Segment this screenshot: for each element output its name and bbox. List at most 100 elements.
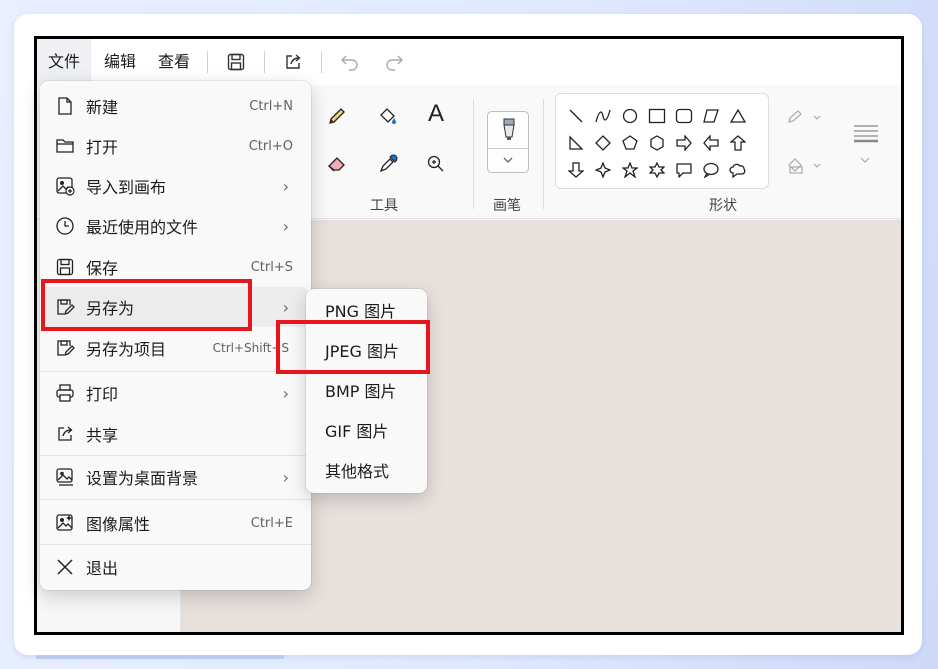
save-project-icon <box>44 338 86 358</box>
eraser-icon[interactable] <box>322 149 352 179</box>
oval-callout-shape-icon[interactable] <box>697 156 724 183</box>
fill-style-dropdown[interactable] <box>785 151 825 181</box>
menu-item-import-to-canvas[interactable]: 导入到画布 › <box>44 166 307 206</box>
four-point-star-shape-icon[interactable] <box>589 156 616 183</box>
chevron-right-icon: › <box>282 176 289 196</box>
menu-item-label: 共享 <box>86 426 119 445</box>
file-menu: 新建 Ctrl+N 打开 Ctrl+O 导入到画布 › 最近使用的文件 › 保存… <box>40 81 311 590</box>
menu-item-label: 最近使用的文件 <box>86 218 199 237</box>
menu-item-image-properties[interactable]: 图像属性 Ctrl+E <box>44 503 307 543</box>
menu-divider <box>40 371 311 372</box>
text-tool-icon[interactable]: A <box>421 99 451 129</box>
heart-shape-icon[interactable] <box>562 183 589 188</box>
decorative-underline <box>36 655 284 659</box>
pentagon-shape-icon[interactable] <box>616 129 643 156</box>
ribbon-divider <box>543 99 544 209</box>
arrow-down-shape-icon[interactable] <box>562 156 589 183</box>
menu-divider <box>40 544 311 545</box>
chevron-down-icon <box>503 157 513 163</box>
menu-item-save-as[interactable]: 另存为 › <box>44 287 307 327</box>
menu-file[interactable]: 文件 <box>37 39 92 85</box>
brush-selector[interactable] <box>487 111 529 173</box>
menu-item-exit[interactable]: 退出 <box>44 547 307 587</box>
menu-item-open[interactable]: 打开 Ctrl+O <box>44 126 307 166</box>
menu-item-label: 另存为项目 <box>86 340 167 359</box>
menu-item-label: 打印 <box>86 385 119 404</box>
share-icon <box>44 424 86 444</box>
menu-item-recent-files[interactable]: 最近使用的文件 › <box>44 206 307 246</box>
save-as-submenu: PNG 图片 JPEG 图片 BMP 图片 GIF 图片 其他格式 <box>306 289 427 493</box>
menu-bar: 文件 编辑 查看 <box>37 39 901 85</box>
arrow-left-shape-icon[interactable] <box>697 129 724 156</box>
shortcut-text: Ctrl+Shift+S <box>212 341 289 355</box>
five-point-star-shape-icon[interactable] <box>616 156 643 183</box>
menu-item-save-as-project[interactable]: 另存为项目 Ctrl+Shift+S <box>44 328 307 368</box>
menu-item-label: 新建 <box>86 98 119 117</box>
desktop-background-icon <box>44 467 86 487</box>
submenu-item-jpeg[interactable]: JPEG 图片 <box>306 332 427 372</box>
share-icon[interactable] <box>271 39 315 85</box>
submenu-item-gif[interactable]: GIF 图片 <box>306 412 427 452</box>
close-icon <box>44 557 86 577</box>
shapes-gallery <box>555 93 769 189</box>
menu-item-label: 保存 <box>86 259 119 278</box>
menu-item-label: 另存为 <box>86 299 135 318</box>
arrow-up-shape-icon[interactable] <box>724 129 751 156</box>
menu-item-label: 打开 <box>86 138 119 157</box>
pencil-icon[interactable] <box>322 101 352 131</box>
cloud-callout-shape-icon[interactable] <box>724 156 751 183</box>
ribbon-divider <box>473 99 474 209</box>
submenu-item-other-formats[interactable]: 其他格式 <box>306 452 427 492</box>
tools-group-label: 工具 <box>370 198 398 214</box>
menu-divider <box>264 51 266 73</box>
menu-item-set-desktop-background[interactable]: 设置为桌面背景 › <box>44 457 307 497</box>
menu-item-share[interactable]: 共享 <box>44 414 307 454</box>
lightning-shape-icon[interactable] <box>589 183 616 188</box>
line-shape-icon[interactable] <box>562 102 589 129</box>
undo-icon[interactable] <box>328 39 372 85</box>
menu-item-label: 设置为桌面背景 <box>86 469 199 488</box>
menu-item-save[interactable]: 保存 Ctrl+S <box>44 247 307 287</box>
fill-bucket-icon[interactable] <box>373 101 403 131</box>
menu-item-new[interactable]: 新建 Ctrl+N <box>44 86 307 126</box>
menu-item-print[interactable]: 打印 › <box>44 373 307 413</box>
menu-edit[interactable]: 编辑 <box>93 39 147 85</box>
polygon-shape-icon[interactable] <box>697 102 724 129</box>
size-icon[interactable] <box>849 119 883 149</box>
save-icon <box>44 257 86 277</box>
arrow-right-shape-icon[interactable] <box>670 129 697 156</box>
rect-callout-shape-icon[interactable] <box>670 156 697 183</box>
oval-shape-icon[interactable] <box>616 102 643 129</box>
import-image-icon <box>44 176 86 196</box>
right-triangle-shape-icon[interactable] <box>562 129 589 156</box>
brushes-group-label: 画笔 <box>493 198 521 214</box>
menu-divider <box>40 499 311 500</box>
redo-icon[interactable] <box>372 39 416 85</box>
menu-item-label: 导入到画布 <box>86 178 167 197</box>
menu-divider <box>321 51 323 73</box>
folder-icon <box>44 137 86 155</box>
save-icon[interactable] <box>214 39 258 85</box>
menu-view[interactable]: 查看 <box>147 39 201 85</box>
triangle-shape-icon[interactable] <box>724 102 751 129</box>
rounded-rectangle-shape-icon[interactable] <box>670 102 697 129</box>
submenu-item-png[interactable]: PNG 图片 <box>306 292 427 332</box>
chevron-right-icon: › <box>282 467 289 487</box>
six-point-star-shape-icon[interactable] <box>643 156 670 183</box>
printer-icon <box>44 383 86 403</box>
hexagon-shape-icon[interactable] <box>643 129 670 156</box>
shortcut-text: Ctrl+O <box>248 138 293 154</box>
shortcut-text: Ctrl+N <box>249 98 293 114</box>
submenu-item-bmp[interactable]: BMP 图片 <box>306 372 427 412</box>
diamond-shape-icon[interactable] <box>589 129 616 156</box>
shapes-group-label: 形状 <box>709 198 737 214</box>
clock-icon <box>44 216 86 236</box>
color-picker-icon[interactable] <box>373 149 403 179</box>
menu-item-label: 图像属性 <box>86 515 151 534</box>
shortcut-text: Ctrl+S <box>250 259 293 275</box>
outline-style-dropdown[interactable] <box>785 103 825 133</box>
curve-shape-icon[interactable] <box>589 102 616 129</box>
rectangle-shape-icon[interactable] <box>643 102 670 129</box>
chevron-right-icon: › <box>282 383 289 403</box>
magnifier-icon[interactable] <box>421 149 451 179</box>
